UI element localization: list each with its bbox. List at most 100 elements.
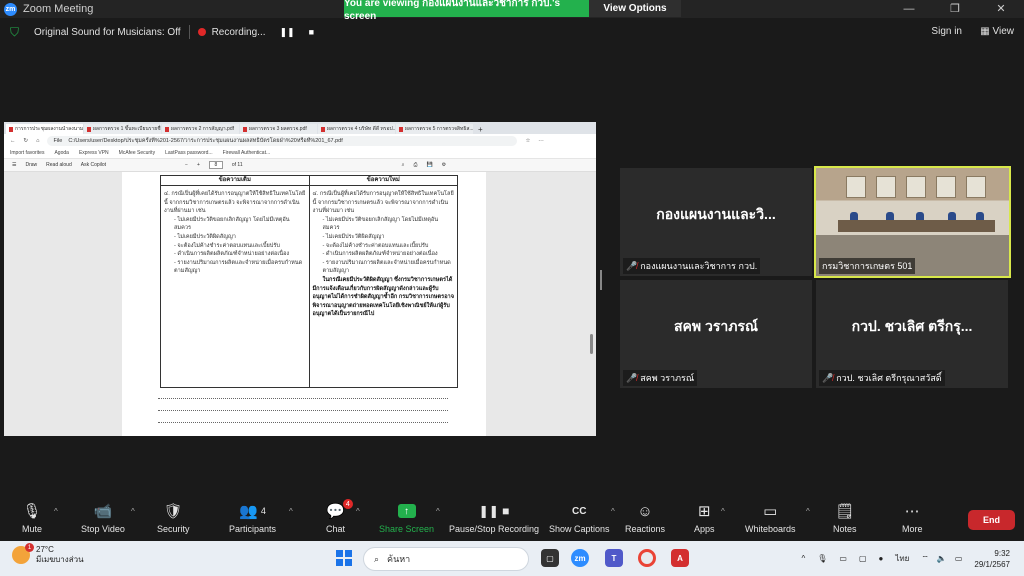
url-field[interactable]: File C:/Users/user/Desktop/ประชุมครั้งที่… [47,136,518,146]
browser-tab[interactable]: ผลการตรวจ 1 ขึ้นทะเบียนรายชื่... [84,124,161,134]
notes-label: Notes [833,524,857,534]
zoom-app-icon[interactable]: zm [571,549,589,567]
original-sound-toggle[interactable]: Original Sound for Musicians: Off [34,27,181,38]
chat-button[interactable]: 💬 4 Chat [326,499,353,534]
share-chevron-icon[interactable]: ^ [436,507,440,516]
battery-icon[interactable]: ▭ [955,554,963,563]
print-icon[interactable]: ⎙ [413,162,417,168]
microphone-icon: 🎙 [22,503,42,520]
zoom-tray-icon[interactable]: ● [879,554,884,563]
search-icon[interactable]: ⌕ [402,162,405,168]
view-options-button[interactable]: View Options [589,0,681,17]
old-text-header: ข้อความเดิม [161,176,310,185]
search-placeholder: ค้นหา [387,554,411,564]
apps-chevron-icon[interactable]: ^ [721,507,725,516]
scrollbar-thumb[interactable] [590,334,593,354]
home-icon[interactable]: ⌂ [36,138,39,144]
sign-in-button[interactable]: Sign in [931,26,962,37]
chrome-icon[interactable] [638,549,656,567]
zoom-in-icon[interactable]: + [197,162,200,168]
save-icon[interactable]: 💾 [426,162,432,168]
star-icon[interactable]: ☆ [525,138,530,144]
favorite-link[interactable]: Express VPN [79,150,109,156]
favorite-link[interactable]: LastPass password... [165,150,213,156]
network-tray-icon[interactable]: ▭ [839,554,847,563]
pause-stop-recording-button[interactable]: ❚❚ ■ Pause/Stop Recording [449,501,539,534]
mute-button[interactable]: 🎙 Mute [22,501,42,534]
weather-widget[interactable]: 1 27°C มีเมฆบางส่วน [12,543,84,565]
pdf-viewer[interactable]: ข้อความเดิม ข้อความใหม่ ๔. กรณีเป็นผู้ที… [4,172,596,436]
shield-check-icon[interactable]: ⛉ [10,25,19,40]
menu-dots-icon[interactable]: ⋯ [538,138,544,144]
captions-chevron-icon[interactable]: ^ [611,507,615,516]
apps-button[interactable]: ⊞ Apps [694,501,715,534]
acrobat-icon[interactable]: A [671,549,689,567]
participants-label: Participants [229,524,277,534]
end-meeting-button[interactable]: End [968,510,1015,530]
close-button[interactable]: ✕ [978,0,1024,18]
draw-tool[interactable]: Draw [25,162,37,168]
pause-recording-icon[interactable]: ❚❚ [280,27,295,38]
zoom-out-icon[interactable]: − [185,162,188,168]
stop-recording-icon[interactable]: ■ [309,27,314,37]
new-line: - ไม่เคยมีประวัติผิดสัญญา [322,233,385,240]
browser-tab[interactable]: ผลการตรวจ 4 บริษัท ดีดี ทรอป... [318,124,395,134]
favorite-link[interactable]: Import favorites [10,150,44,156]
clock-time: 9:32 [994,548,1010,558]
window-tray-icon[interactable]: ▢ [859,554,867,563]
minimize-button[interactable]: — [886,0,932,18]
participants-button[interactable]: 👥 4 Participants [229,501,276,534]
reload-icon[interactable]: ↻ [24,138,29,144]
chat-chevron-icon[interactable]: ^ [356,507,360,516]
wifi-icon[interactable]: ⌔ [921,554,929,564]
whiteboard-icon: ▭ [763,503,778,520]
new-tab-icon[interactable]: + [474,125,487,134]
windows-start-icon[interactable] [336,550,352,566]
whiteboards-chevron-icon[interactable]: ^ [806,507,810,516]
contents-icon[interactable]: ☰ [12,162,16,168]
taskbar-search-box[interactable]: ⌕ ค้นหา [363,547,529,571]
notes-button[interactable]: 🗒 Notes [833,501,857,534]
volume-icon[interactable]: 🔈 [937,554,947,563]
favorite-link[interactable]: Agoda [54,150,68,156]
browser-tab[interactable]: ผลการตรวจ 5 การตรวจสิทธิส... [396,124,473,134]
read-aloud-button[interactable]: Read aloud [46,162,72,168]
browser-tab[interactable]: ผลการตรวจ 2 การสัญญา.pdf [162,124,239,134]
security-button[interactable]: 🛡 Security [157,501,190,534]
ask-copilot-button[interactable]: Ask Copilot [81,162,106,168]
reactions-label: Reactions [625,524,666,534]
page-number-input[interactable]: 8 [208,161,223,169]
panel-resize-handle[interactable] [600,267,604,293]
stop-video-button[interactable]: 📹 Stop Video [81,501,125,534]
favorite-link[interactable]: McAfee Security [119,150,155,156]
taskbar-clock[interactable]: 9:32 29/1/2567 [974,548,1010,570]
video-tile[interactable]: กองแผนงานและวิ... 🎤̸ กองแผนงานและวิชาการ … [620,168,812,276]
task-view-icon[interactable]: ▢ [541,549,559,567]
participants-chevron-icon[interactable]: ^ [289,507,293,516]
more-button[interactable]: ⋯ More [902,501,923,534]
reactions-button[interactable]: ☺ Reactions [625,501,666,535]
share-screen-button[interactable]: ↑ Share Screen [379,501,434,534]
video-tile[interactable]: สคพ วราภรณ์ 🎤̸ สคพ วราภรณ์ [620,280,812,388]
video-tile[interactable]: กวป. ชวเลิศ ตรีกรุ... 🎤̸ กวป. ชวเลิศ ตรีก… [816,280,1008,388]
room-window [966,176,986,198]
view-button[interactable]: ▦ View [980,26,1014,37]
video-tile-active-speaker[interactable]: กรมวิชาการเกษตร 501 [814,166,1011,278]
teams-icon[interactable]: T [605,549,623,567]
browser-tab[interactable]: การการประชุมผลงานนำลงนามสม... [6,124,83,134]
mic-muted-icon: 🎤̸ [626,260,638,271]
mic-tray-icon[interactable]: 🎙 [817,554,827,563]
maximize-button[interactable]: ❐ [932,0,978,18]
back-icon[interactable]: ← [10,138,16,144]
browser-tab[interactable]: ผลการตรวจ 3 ผลตรวจ.pdf [240,124,317,134]
whiteboards-button[interactable]: ▭ Whiteboards [745,501,796,534]
favorite-link[interactable]: Firewall Authenticat... [223,150,271,156]
settings-gear-icon[interactable]: ⚙ [442,162,446,168]
show-captions-button[interactable]: CC Show Captions [549,501,610,535]
audio-options-chevron-icon[interactable]: ^ [54,507,58,516]
video-options-chevron-icon[interactable]: ^ [131,507,135,516]
pdf-scrollbar[interactable] [590,184,594,434]
language-indicator[interactable]: ไทย [895,552,909,565]
tray-chevron-icon[interactable]: ^ [801,554,805,563]
weather-badge: 1 [25,543,34,552]
